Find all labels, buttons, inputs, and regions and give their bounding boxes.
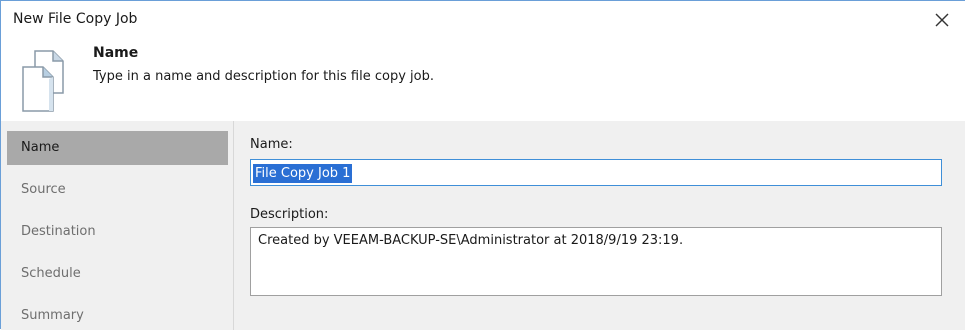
step-description: Type in a name and description for this … [93,69,434,84]
description-field-label: Description: [250,207,329,222]
name-input-value: File Copy Job 1 [253,164,353,183]
window-title: New File Copy Job [13,11,138,27]
sidebar-item-destination[interactable]: Destination [7,215,228,249]
wizard-steps-sidebar: Name Source Destination Schedule Summary [1,121,234,330]
close-button[interactable] [929,7,955,33]
sidebar-item-summary[interactable]: Summary [7,299,228,333]
close-icon [935,13,949,27]
document-copy-icon [22,50,64,112]
new-file-copy-job-window: New File Copy Job Name Type in a name an… [0,0,965,330]
name-field-label: Name: [250,137,293,152]
title-bar: New File Copy Job [1,1,965,39]
step-title: Name [93,45,139,61]
sidebar-item-name[interactable]: Name [7,131,228,165]
step-header: Name Type in a name and description for … [1,39,965,121]
sidebar-item-source[interactable]: Source [7,173,228,207]
sidebar-item-schedule[interactable]: Schedule [7,257,228,291]
name-input[interactable]: File Copy Job 1 [250,159,942,186]
description-value: Created by VEEAM-BACKUP-SE\Administrator… [258,233,684,248]
description-textarea[interactable]: Created by VEEAM-BACKUP-SE\Administrator… [250,227,942,296]
step-content: Name: File Copy Job 1 Description: Creat… [234,121,965,330]
